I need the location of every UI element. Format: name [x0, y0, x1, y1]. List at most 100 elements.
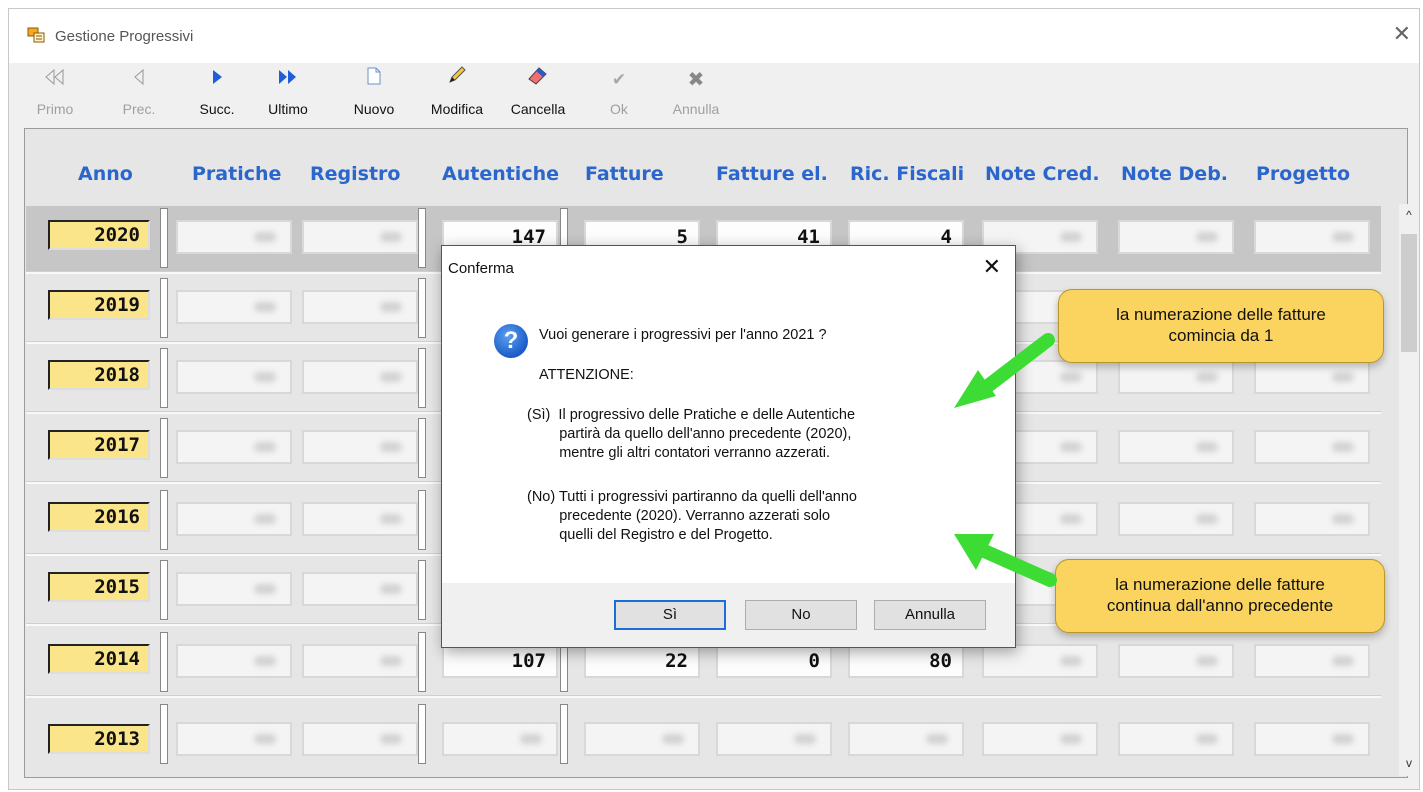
cell-registro[interactable]	[302, 572, 418, 606]
cell-pratiche[interactable]	[176, 430, 292, 464]
cell-note-deb[interactable]	[1118, 722, 1234, 756]
first-button[interactable]: Primo	[33, 63, 77, 129]
cell-fatture-el[interactable]	[716, 722, 832, 756]
cell-note-deb[interactable]	[1118, 644, 1234, 678]
row-divider	[160, 418, 168, 478]
row-divider	[160, 278, 168, 338]
question-icon: ?	[494, 324, 528, 358]
next-icon	[195, 65, 239, 95]
year-cell[interactable]: 2015	[48, 572, 150, 602]
cell-pratiche[interactable]	[176, 360, 292, 394]
cell-pratiche[interactable]	[176, 220, 292, 254]
prev-button[interactable]: Prec.	[117, 63, 161, 129]
header-ric-fiscali: Ric. Fiscali	[850, 163, 965, 185]
cell-registro[interactable]	[302, 290, 418, 324]
year-cell[interactable]: 2016	[48, 502, 150, 532]
cell-fatture[interactable]: 22	[584, 644, 700, 678]
ok-button[interactable]: ✔ Ok	[601, 63, 637, 129]
row-divider	[160, 560, 168, 620]
next-button[interactable]: Succ.	[195, 63, 239, 129]
table-row[interactable]: 2013	[26, 702, 1381, 774]
cell-progetto[interactable]	[1254, 644, 1370, 678]
edit-icon	[419, 65, 495, 95]
header-note-cred: Note Cred.	[985, 163, 1100, 185]
row-divider	[160, 704, 168, 764]
cell-registro[interactable]	[302, 430, 418, 464]
cell-note-deb[interactable]	[1118, 220, 1234, 254]
arrow-bottom-icon	[954, 534, 1057, 587]
callout-top: la numerazione delle fatture comincia da…	[1058, 289, 1384, 363]
vertical-scrollbar[interactable]: ^ v	[1399, 204, 1419, 776]
toolbar: Primo Prec. Succ. Ultimo Nuovo Modifica …	[9, 63, 1419, 129]
header-registro: Registro	[310, 163, 401, 185]
year-cell[interactable]: 2017	[48, 430, 150, 460]
cell-registro[interactable]	[302, 644, 418, 678]
row-divider	[418, 490, 426, 550]
delete-button[interactable]: Cancella	[499, 63, 577, 129]
last-icon	[263, 65, 313, 95]
cancel-button[interactable]: Annulla	[874, 600, 986, 630]
cancel-button[interactable]: ✖ Annulla	[659, 63, 733, 129]
prev-icon	[117, 65, 161, 95]
year-cell[interactable]: 2018	[48, 360, 150, 390]
cell-progetto[interactable]	[1254, 430, 1370, 464]
cell-fatture-el[interactable]: 0	[716, 644, 832, 678]
cell-registro[interactable]	[302, 502, 418, 536]
cell-progetto[interactable]	[1254, 502, 1370, 536]
cell-pratiche[interactable]	[176, 722, 292, 756]
arrow-top-icon	[954, 333, 1055, 408]
edit-button[interactable]: Modifica	[419, 63, 495, 129]
dialog-attention: ATTENZIONE:	[539, 367, 634, 383]
cell-ric-fiscali[interactable]	[848, 722, 964, 756]
confirm-dialog: Conferma ✕ ? Vuoi generare i progressivi…	[441, 245, 1016, 648]
close-icon[interactable]: ✕	[1393, 23, 1411, 45]
year-cell[interactable]: 2019	[48, 290, 150, 320]
scroll-thumb[interactable]	[1401, 234, 1417, 352]
scroll-down-icon[interactable]: v	[1399, 756, 1419, 770]
cell-note-cred[interactable]	[982, 644, 1098, 678]
dialog-no-text: (No) Tutti i progressivi partiranno da q…	[527, 489, 857, 543]
close-icon[interactable]: ✕	[983, 254, 1001, 280]
row-divider	[160, 490, 168, 550]
cell-autentiche[interactable]	[442, 722, 558, 756]
year-cell[interactable]: 2020	[48, 220, 150, 250]
year-cell[interactable]: 2013	[48, 724, 150, 754]
cell-note-cred[interactable]	[982, 722, 1098, 756]
row-divider	[160, 348, 168, 408]
cell-pratiche[interactable]	[176, 290, 292, 324]
cell-note-deb[interactable]	[1118, 502, 1234, 536]
new-icon	[345, 65, 403, 95]
cell-registro[interactable]	[302, 722, 418, 756]
callout-bottom: la numerazione delle fatture continua da…	[1055, 559, 1385, 633]
cell-note-deb[interactable]	[1118, 360, 1234, 394]
year-cell[interactable]: 2014	[48, 644, 150, 674]
cell-progetto[interactable]	[1254, 220, 1370, 254]
last-button[interactable]: Ultimo	[263, 63, 313, 129]
row-divider	[418, 418, 426, 478]
header-autentiche: Autentiche	[442, 163, 559, 185]
cancel-icon: ✖	[687, 69, 705, 91]
cell-registro[interactable]	[302, 360, 418, 394]
scroll-up-icon[interactable]: ^	[1399, 208, 1419, 222]
cell-pratiche[interactable]	[176, 502, 292, 536]
cell-pratiche[interactable]	[176, 644, 292, 678]
no-button[interactable]: No	[745, 600, 857, 630]
dialog-question: Vuoi generare i progressivi per l'anno 2…	[539, 327, 827, 343]
cell-autentiche[interactable]: 107	[442, 644, 558, 678]
row-divider	[418, 632, 426, 692]
yes-button[interactable]: Sì	[614, 600, 726, 630]
new-button[interactable]: Nuovo	[345, 63, 403, 129]
cell-note-deb[interactable]	[1118, 430, 1234, 464]
row-divider	[418, 560, 426, 620]
cell-ric-fiscali[interactable]: 80	[848, 644, 964, 678]
delete-icon	[499, 65, 577, 95]
dialog-si-text: (Sì) Il progressivo delle Pratiche e del…	[527, 407, 856, 461]
cell-registro[interactable]	[302, 220, 418, 254]
cell-fatture[interactable]	[584, 722, 700, 756]
cell-progetto[interactable]	[1254, 360, 1370, 394]
first-icon	[33, 65, 77, 95]
cell-pratiche[interactable]	[176, 572, 292, 606]
header-pratiche: Pratiche	[192, 163, 282, 185]
cell-progetto[interactable]	[1254, 722, 1370, 756]
row-divider	[560, 704, 568, 764]
